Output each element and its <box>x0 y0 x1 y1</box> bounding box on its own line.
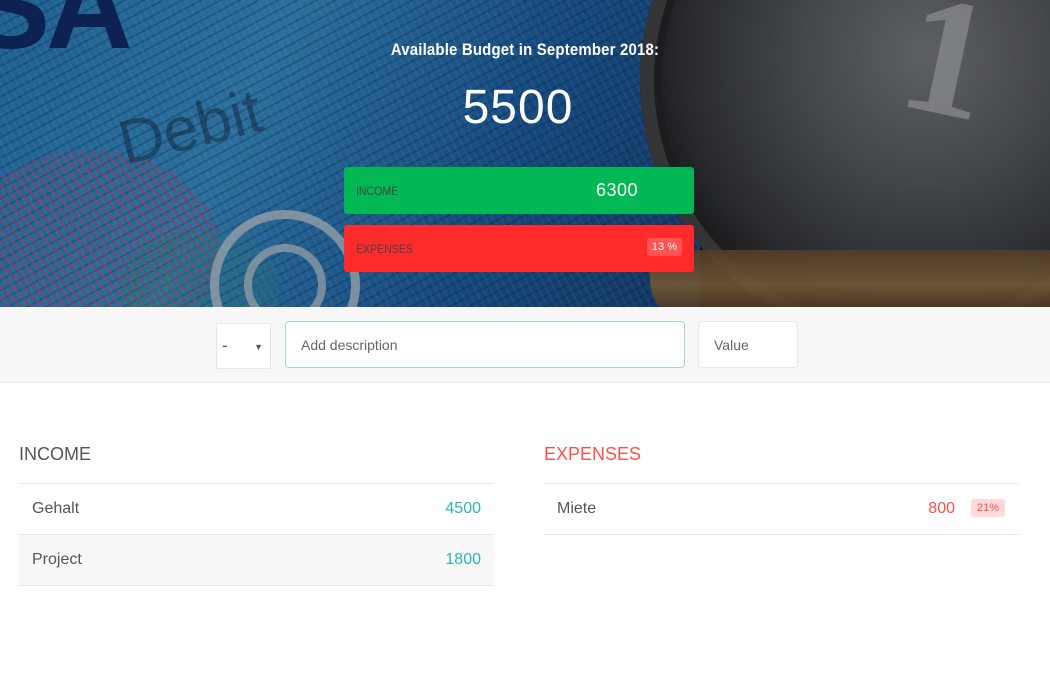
list-item[interactable]: Miete 800 21% <box>544 484 1019 535</box>
expenses-title: Expenses <box>544 444 1019 484</box>
item-value: 4500 <box>445 500 481 517</box>
item-value: 1800 <box>445 551 481 568</box>
item-value: 800 <box>928 500 955 517</box>
income-title: Income <box>19 444 494 484</box>
add-value-input[interactable] <box>698 321 798 368</box>
add-type-selected: - <box>222 336 228 355</box>
budget-expenses-label: Expenses <box>356 242 413 256</box>
add-item-bar: - ▼ <box>0 307 1050 383</box>
list-item[interactable]: Gehalt 4500 <box>19 484 494 535</box>
budget-expenses-percentage: 13 % <box>646 238 682 256</box>
item-description: Gehalt <box>32 500 80 517</box>
chevron-down-icon: ▼ <box>254 342 263 352</box>
item-description: Project <box>32 551 82 568</box>
income-list: Income Gehalt 4500 Project 1800 <box>19 444 494 586</box>
budget-income-label: Income <box>356 184 399 198</box>
item-percentage-badge: 21% <box>970 499 1005 517</box>
budget-income-bar: Income 6300 <box>344 167 694 214</box>
budget-header: Debit SA 1 Available Budget in September… <box>0 0 1050 307</box>
budget-expenses-bar: Expenses 13 % <box>344 225 694 272</box>
expenses-list: Expenses Miete 800 21% <box>544 444 1019 535</box>
budget-value: 5500 <box>462 81 574 134</box>
add-description-input[interactable] <box>285 321 685 368</box>
item-description: Miete <box>557 500 597 517</box>
budget-income-value: 6300 <box>595 180 638 200</box>
budget-title: Available Budget in September 2018: <box>390 40 660 59</box>
list-item[interactable]: Project 1800 <box>19 535 494 586</box>
add-type-select[interactable]: - ▼ <box>216 323 271 369</box>
